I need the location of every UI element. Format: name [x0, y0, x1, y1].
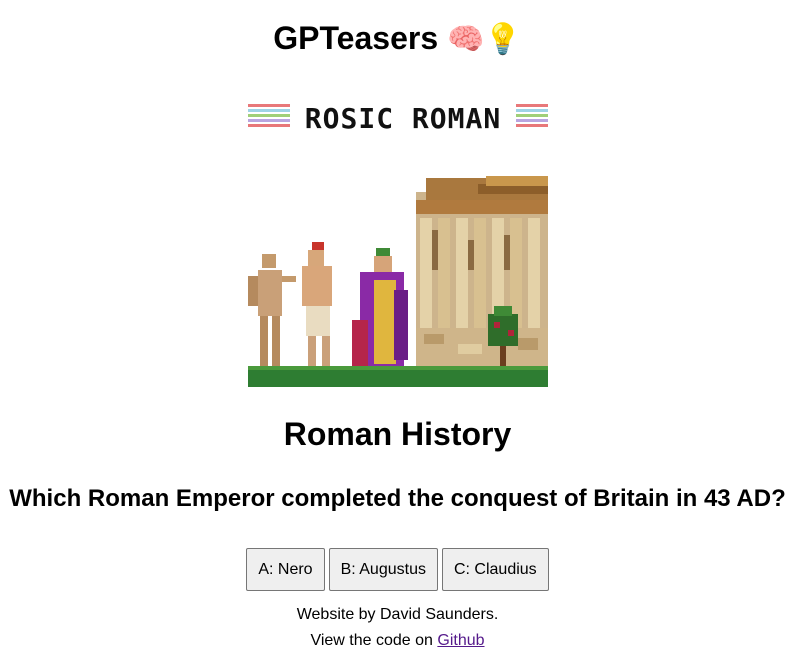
quiz-topic-title: Roman History — [283, 416, 512, 452]
site-title-text: GPTeasers — [273, 20, 439, 56]
footer: Website by David Saunders. View the code… — [0, 602, 795, 654]
footer-credit: Website by David Saunders. — [296, 606, 499, 623]
footer-code-line: View the code on Github — [0, 628, 795, 654]
banner-text: ROSIC ROMAN — [305, 102, 501, 135]
roman-pixel-art-icon: ROSIC ROMAN — [248, 102, 548, 387]
brain-bulb-emoji-icon: 🧠💡 — [447, 23, 522, 56]
answer-c-button[interactable]: C: Claudius — [441, 548, 549, 591]
page: GPTeasers 🧠💡 ROSIC ROMAN Roman History W… — [0, 0, 795, 666]
answer-b-button[interactable]: B: Augustus — [328, 548, 438, 591]
site-title: GPTeasers 🧠💡 — [0, 18, 795, 60]
footer-code-prefix: View the code on — [310, 632, 438, 649]
answer-options: A: Nero B: Augustus C: Claudius — [0, 548, 795, 591]
quiz-topic-image: ROSIC ROMAN — [248, 100, 548, 387]
quiz-question: Which Roman Emperor completed the conque… — [9, 485, 786, 512]
answer-a-button[interactable]: A: Nero — [246, 548, 325, 591]
github-link[interactable]: Github — [437, 632, 484, 649]
